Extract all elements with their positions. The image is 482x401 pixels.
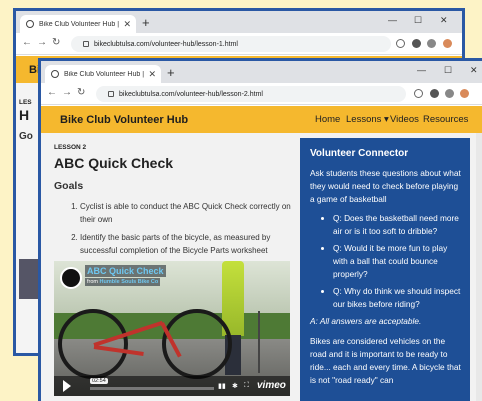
sidebar-title: Volunteer Connector	[310, 148, 409, 159]
new-tab-icon[interactable]: +	[142, 15, 150, 30]
page-title: ABC Quick Check	[54, 155, 174, 171]
settings-gear-icon[interactable]: ✱	[232, 382, 238, 390]
tab-strip: Bike Club Volunteer Hub | Lesson 1 ✕ + —…	[16, 11, 462, 33]
video-pump	[258, 311, 260, 373]
close-tab-icon[interactable]: ✕	[148, 69, 156, 80]
video-time: 02:54	[90, 378, 108, 384]
channel-logo-icon[interactable]	[60, 267, 82, 289]
tab-lesson-1[interactable]: Bike Club Volunteer Hub | Lesson 1 ✕	[20, 15, 136, 33]
goals-fragment: Go	[19, 131, 33, 142]
url-field[interactable]: bikeclubtulsa.com/volunteer-hub/lesson-2…	[96, 86, 406, 102]
extension-icon[interactable]	[430, 89, 439, 98]
page-content: LESSON 2 ABC Quick Check Goals Cyclist i…	[41, 133, 482, 401]
nav-videos[interactable]: Videos	[390, 114, 419, 125]
avatar[interactable]	[443, 39, 452, 48]
minimize-icon[interactable]: —	[388, 15, 397, 25]
lock-icon	[108, 91, 114, 97]
tab-lesson-2[interactable]: Bike Club Volunteer Hub | Lesson 2 ✕	[45, 65, 161, 83]
lesson-main: LESSON 2 ABC Quick Check Goals Cyclist i…	[54, 139, 294, 262]
list-item: Q: Would it be more fun to play with a b…	[333, 242, 461, 281]
tab-title: Bike Club Volunteer Hub | Lesson 2	[64, 70, 145, 78]
lock-icon	[83, 41, 89, 47]
list-item: Q: Does the basketball need more air or …	[333, 212, 461, 238]
address-bar: ← → ↻ bikeclubtulsa.com/volunteer-hub/le…	[16, 33, 462, 55]
volunteer-connector-panel: Volunteer Connector Ask students these q…	[300, 138, 470, 401]
channel-link[interactable]: Humble Souls Bike Co	[100, 279, 159, 285]
goals-list: Cyclist is able to conduct the ABC Quick…	[54, 200, 294, 257]
video-byline: from Humble Souls Bike Co	[85, 278, 161, 286]
video-progress-bar[interactable]	[90, 387, 214, 390]
nav-lessons[interactable]: Lessons ▾	[346, 114, 389, 125]
url-field[interactable]: bikeclubtulsa.com/volunteer-hub/lesson-1…	[71, 36, 391, 52]
favicon-icon	[26, 20, 34, 28]
tab-title: Bike Club Volunteer Hub | Lesson 1	[39, 20, 120, 28]
new-tab-icon[interactable]: +	[167, 65, 175, 80]
extension-icon[interactable]	[412, 39, 421, 48]
url-text: bikeclubtulsa.com/volunteer-hub/lesson-1…	[94, 40, 238, 48]
nav-home[interactable]: Home	[315, 114, 340, 125]
page-scrollbar[interactable]	[476, 133, 482, 401]
sidebar-body: Bikes are considered vehicles on the roa…	[310, 336, 461, 385]
list-item: Q: Why do think we should inspect our bi…	[333, 285, 461, 311]
goals-heading: Goals	[54, 180, 84, 192]
sidebar-intro: Ask students these questions about what …	[310, 168, 461, 204]
minimize-icon[interactable]: —	[417, 65, 426, 75]
url-text: bikeclubtulsa.com/volunteer-hub/lesson-2…	[119, 90, 263, 98]
vimeo-logo[interactable]: vimeo	[257, 380, 286, 391]
byline-prefix: from	[87, 279, 98, 285]
list-item: Identify the basic parts of the bicycle,…	[80, 231, 294, 257]
brand-fragment[interactable]: Bi	[16, 64, 40, 76]
play-icon[interactable]	[63, 380, 71, 392]
forward-arrow-icon[interactable]: →	[37, 37, 47, 48]
address-bar: ← → ↻ bikeclubtulsa.com/volunteer-hub/le…	[41, 83, 482, 105]
back-arrow-icon[interactable]: ←	[22, 37, 32, 48]
puzzle-icon[interactable]	[427, 39, 436, 48]
sidebar-answer: A: All answers are acceptable.	[310, 316, 422, 326]
forward-arrow-icon[interactable]: →	[62, 87, 72, 98]
close-tab-icon[interactable]: ✕	[123, 19, 131, 30]
window-close-icon[interactable]: ✕	[440, 15, 448, 26]
maximize-icon[interactable]: ☐	[414, 15, 422, 26]
tab-strip: Bike Club Volunteer Hub | Lesson 2 ✕ + —…	[41, 61, 482, 83]
window-close-icon[interactable]: ✕	[470, 65, 478, 76]
favicon-icon	[51, 70, 59, 78]
video-controls: 02:54 ▮▮ ✱ ⛶ vimeo	[54, 376, 290, 396]
star-icon[interactable]	[396, 39, 405, 48]
title-fragment: H	[19, 107, 30, 123]
reload-icon[interactable]: ↻	[77, 87, 85, 98]
nav-resources[interactable]: Resources	[423, 114, 468, 125]
question-list: Q: Does the basketball need more air or …	[310, 212, 461, 311]
star-icon[interactable]	[414, 89, 423, 98]
volume-icon[interactable]: ▮▮	[218, 382, 226, 390]
site-header: Bike Club Volunteer Hub Home Lessons ▾ V…	[41, 106, 482, 133]
video-player[interactable]: ABC Quick Check from Humble Souls Bike C…	[54, 261, 290, 396]
fullscreen-icon[interactable]: ⛶	[244, 382, 249, 390]
back-arrow-icon[interactable]: ←	[47, 87, 57, 98]
video-title[interactable]: ABC Quick Check	[85, 265, 166, 277]
front-browser-window[interactable]: Bike Club Volunteer Hub | Lesson 2 ✕ + —…	[38, 58, 482, 401]
site-brand[interactable]: Bike Club Volunteer Hub	[41, 114, 188, 126]
reload-icon[interactable]: ↻	[52, 37, 60, 48]
avatar[interactable]	[460, 89, 469, 98]
puzzle-icon[interactable]	[445, 89, 454, 98]
list-item: Cyclist is able to conduct the ABC Quick…	[80, 200, 294, 226]
lesson-number: LESSON 2	[54, 144, 87, 151]
maximize-icon[interactable]: ☐	[444, 65, 452, 76]
lesson-label-fragment: LES	[19, 99, 32, 106]
